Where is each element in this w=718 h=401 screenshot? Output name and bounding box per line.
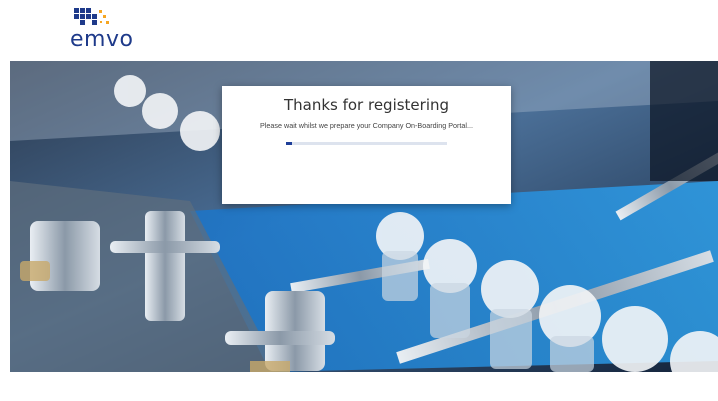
dialog-title: Thanks for registering bbox=[283, 96, 450, 114]
progress-bar-fill bbox=[286, 142, 293, 145]
emvo-logo-text: emvo bbox=[70, 27, 134, 52]
progress-bar bbox=[286, 142, 447, 145]
registration-dialog: Thanks for registering Please wait whils… bbox=[222, 86, 511, 204]
dialog-subtitle: Please wait whilst we prepare your Compa… bbox=[260, 121, 473, 130]
emvo-logo: emvo bbox=[70, 6, 134, 52]
